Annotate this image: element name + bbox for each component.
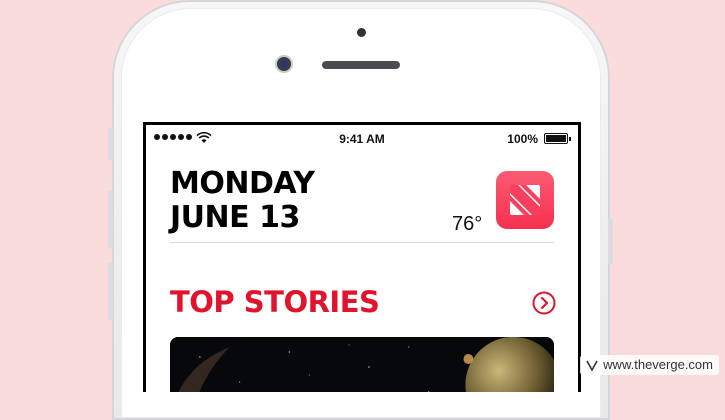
phone-screen: 9:41 AM 100% MONDAY JUNE 13 76° TOP STOR… bbox=[143, 122, 581, 392]
watermark-text: www.theverge.com bbox=[603, 357, 713, 372]
section-title: TOP STORIES bbox=[170, 285, 380, 319]
power-button bbox=[608, 218, 613, 264]
apple-news-icon[interactable] bbox=[496, 171, 554, 229]
watermark: www.theverge.com bbox=[580, 355, 719, 375]
proximity-sensor bbox=[357, 28, 366, 37]
volume-up-button bbox=[108, 190, 113, 248]
date-heading: MONDAY JUNE 13 bbox=[170, 166, 315, 235]
earpiece-speaker bbox=[322, 61, 400, 69]
chevron-right-circle-icon[interactable] bbox=[532, 291, 556, 315]
date-label: JUNE 13 bbox=[170, 200, 300, 235]
battery-percentage: 100% bbox=[507, 132, 538, 146]
news-app: 9:41 AM 100% MONDAY JUNE 13 76° TOP STOR… bbox=[146, 125, 578, 392]
verge-logo-icon bbox=[586, 360, 598, 371]
temperature-label: 76° bbox=[452, 213, 483, 235]
mute-switch bbox=[108, 128, 113, 160]
weekday-label: MONDAY bbox=[170, 166, 315, 201]
header-divider bbox=[170, 242, 554, 243]
front-camera bbox=[275, 55, 293, 73]
battery-icon bbox=[544, 133, 571, 144]
top-story-image[interactable] bbox=[170, 337, 554, 392]
status-bar: 9:41 AM 100% bbox=[146, 131, 578, 147]
volume-down-button bbox=[108, 262, 113, 320]
